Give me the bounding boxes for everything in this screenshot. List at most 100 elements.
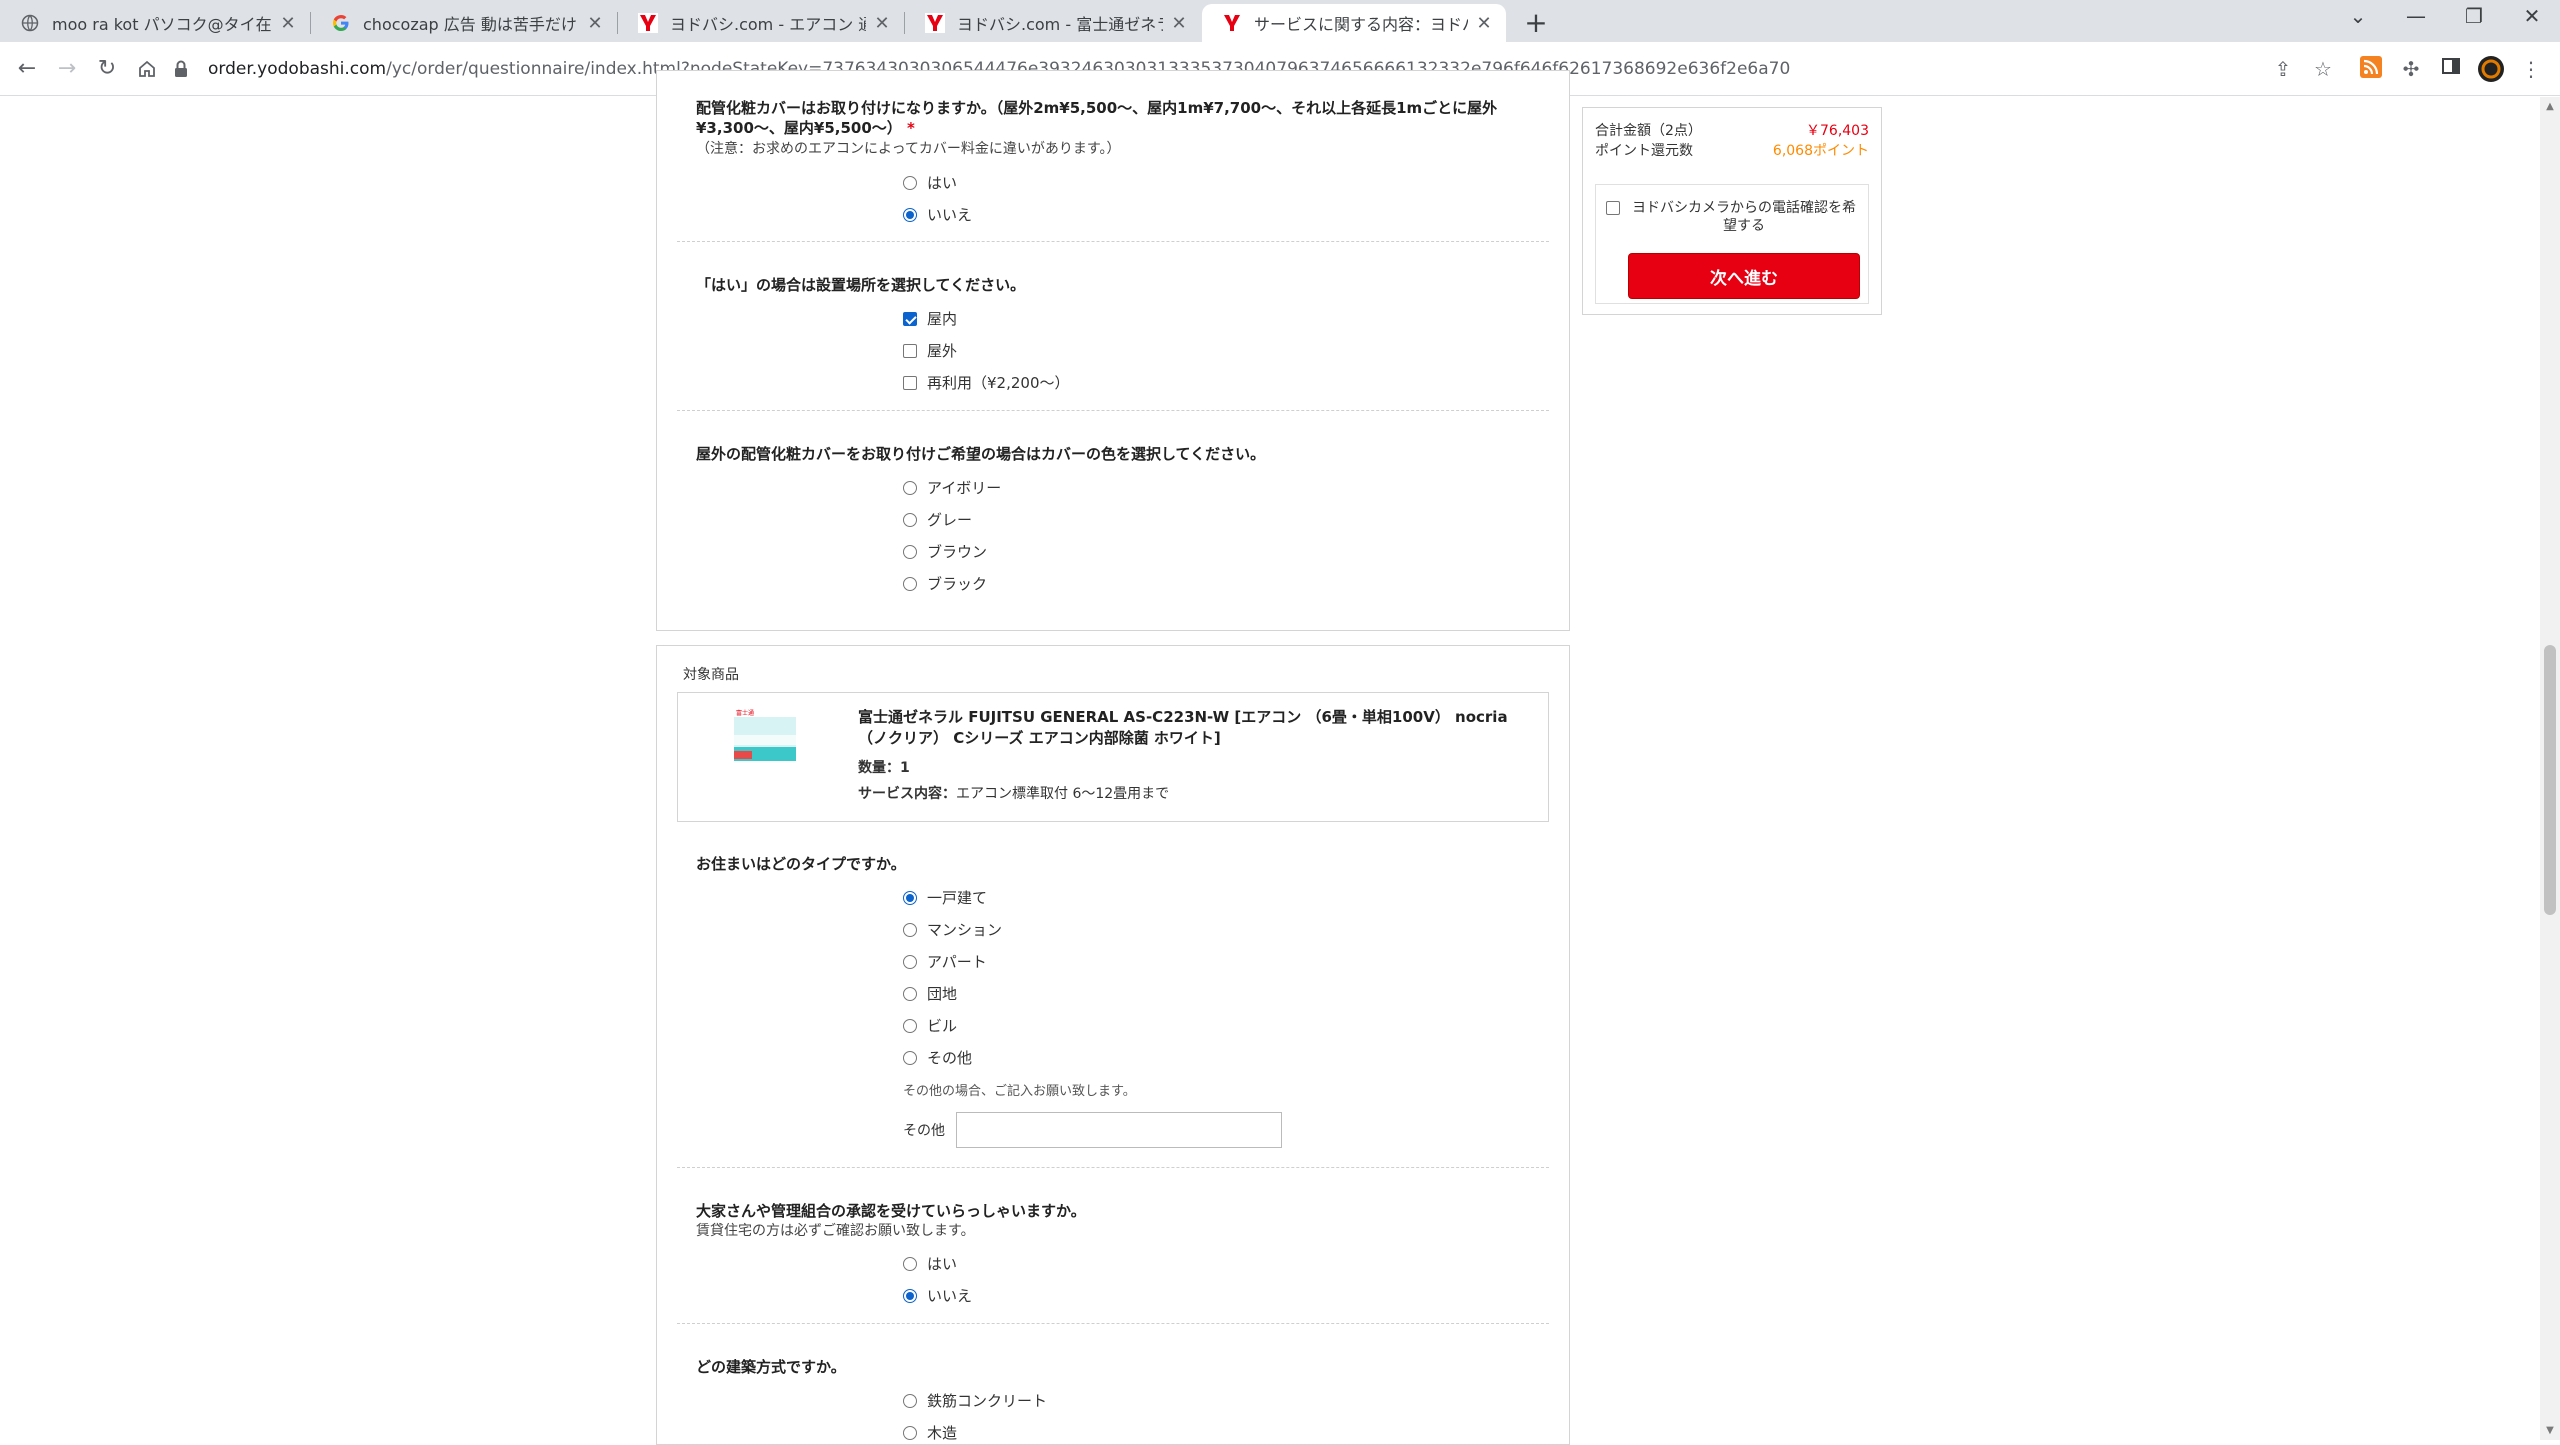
side-panel-icon[interactable] bbox=[2438, 56, 2464, 82]
close-tab-icon[interactable]: ✕ bbox=[1169, 13, 1189, 34]
radio-control[interactable] bbox=[903, 922, 917, 937]
close-tab-icon[interactable]: ✕ bbox=[278, 13, 298, 34]
checkbox-reuse[interactable]: 再利用（¥2,200～） bbox=[903, 372, 1070, 393]
lock-icon bbox=[175, 60, 187, 77]
phone-confirm-option[interactable]: ヨドバシカメラからの電話確認を希望する bbox=[1606, 199, 1858, 235]
option-label: 鉄筋コンクリート bbox=[927, 1392, 1048, 1410]
yodobashi-logo-icon bbox=[638, 13, 658, 33]
checkbox-control[interactable] bbox=[903, 311, 917, 326]
radio-landlord-no[interactable]: いいえ bbox=[903, 1285, 972, 1306]
radio-control[interactable] bbox=[903, 1393, 917, 1408]
other-input[interactable] bbox=[956, 1112, 1282, 1148]
radio-house-detached[interactable]: 一戸建て bbox=[903, 887, 987, 908]
radio-house-building[interactable]: ビル bbox=[903, 1015, 957, 1036]
phone-confirm-box: ヨドバシカメラからの電話確認を希望する 次へ進む bbox=[1595, 184, 1869, 304]
menu-kebab-icon[interactable]: ⋮ bbox=[2518, 56, 2544, 82]
product-quantity: 数量：1 bbox=[858, 760, 910, 776]
profile-avatar[interactable] bbox=[2478, 56, 2504, 82]
option-label: アイボリー bbox=[927, 479, 1002, 497]
radio-cover-no[interactable]: いいえ bbox=[903, 204, 972, 225]
url-host: order.yodobashi.com bbox=[208, 59, 387, 79]
radio-control[interactable] bbox=[903, 207, 917, 222]
radio-control[interactable] bbox=[903, 480, 917, 495]
divider bbox=[677, 241, 1549, 242]
checkbox-control[interactable] bbox=[1606, 201, 1620, 215]
tab-5-active[interactable]: サービスに関する内容：ヨドバシ・ドッ ✕ bbox=[1202, 4, 1506, 42]
close-window-button[interactable]: ✕ bbox=[2512, 4, 2552, 28]
radio-control[interactable] bbox=[903, 1425, 917, 1440]
radio-control[interactable] bbox=[903, 576, 917, 591]
radio-cover-yes[interactable]: はい bbox=[903, 172, 957, 193]
option-label: マンション bbox=[927, 921, 1003, 939]
divider bbox=[677, 1167, 1549, 1168]
radio-house-other[interactable]: その他 bbox=[903, 1047, 972, 1068]
checkbox-outdoor[interactable]: 屋外 bbox=[903, 340, 957, 361]
radio-house-mansion[interactable]: マンション bbox=[903, 919, 1002, 940]
checkbox-control[interactable] bbox=[903, 375, 917, 390]
service-label: サービス内容： bbox=[858, 786, 956, 802]
option-label: 屋外 bbox=[927, 342, 958, 360]
landlord-note: 賃貸住宅の方は必ずご確認お願い致します。 bbox=[696, 1223, 975, 1239]
tab-search-icon[interactable]: ⌄ bbox=[2338, 4, 2378, 28]
product-name: 富士通ゼネラル FUJITSU GENERAL AS-C223N-W [エアコン… bbox=[858, 708, 1508, 747]
tab-2[interactable]: chocozap 広告 動は苦手だけどス ✕ bbox=[311, 4, 617, 42]
radio-color-gray[interactable]: グレー bbox=[903, 509, 972, 530]
bookmark-star-icon[interactable]: ☆ bbox=[2310, 56, 2336, 82]
divider bbox=[677, 1323, 1549, 1324]
close-tab-icon[interactable]: ✕ bbox=[872, 13, 892, 34]
globe-icon bbox=[20, 13, 40, 33]
option-label: いいえ bbox=[927, 206, 973, 224]
checkbox-control[interactable] bbox=[903, 343, 917, 358]
radio-house-danchi[interactable]: 団地 bbox=[903, 983, 957, 1004]
restore-button[interactable]: ❐ bbox=[2454, 4, 2494, 28]
points-value: 6,068ポイント bbox=[1772, 143, 1869, 159]
reload-icon[interactable]: ↻ bbox=[92, 54, 122, 84]
radio-color-ivory[interactable]: アイボリー bbox=[903, 477, 1001, 498]
radio-structure-rc[interactable]: 鉄筋コンクリート bbox=[903, 1390, 1047, 1411]
tab-title: ヨドバシ.com - エアコン 通販【全品 bbox=[670, 15, 866, 34]
svg-text:富士通: 富士通 bbox=[736, 709, 754, 717]
radio-control[interactable] bbox=[903, 175, 917, 190]
radio-landlord-yes[interactable]: はい bbox=[903, 1253, 957, 1274]
radio-color-black[interactable]: ブラック bbox=[903, 573, 987, 594]
radio-control[interactable] bbox=[903, 986, 917, 1001]
total-row: 合計金額（2点） ￥76,403 bbox=[1595, 120, 1869, 140]
radio-control[interactable] bbox=[903, 544, 917, 559]
rss-extension-icon[interactable] bbox=[2358, 56, 2384, 82]
scrollbar-thumb[interactable] bbox=[2544, 645, 2556, 915]
option-label: はい bbox=[927, 1255, 958, 1273]
radio-control[interactable] bbox=[903, 1256, 917, 1271]
radio-color-brown[interactable]: ブラウン bbox=[903, 541, 987, 562]
close-tab-icon[interactable]: ✕ bbox=[585, 13, 605, 34]
next-button[interactable]: 次へ進む bbox=[1628, 253, 1860, 299]
radio-control[interactable] bbox=[903, 1018, 917, 1033]
radio-control[interactable] bbox=[903, 890, 917, 905]
option-label: いいえ bbox=[927, 1287, 973, 1305]
option-label: アパート bbox=[927, 953, 987, 971]
option-label: 一戸建て bbox=[927, 889, 988, 907]
home-icon[interactable] bbox=[132, 54, 162, 84]
back-arrow-icon[interactable]: ← bbox=[12, 54, 42, 84]
scroll-up-arrow-icon[interactable]: ▲ bbox=[2540, 101, 2560, 112]
new-tab-button[interactable]: + bbox=[1520, 6, 1552, 39]
share-icon[interactable]: ⇪ bbox=[2270, 56, 2296, 82]
close-tab-icon[interactable]: ✕ bbox=[1474, 13, 1494, 34]
radio-control[interactable] bbox=[903, 1288, 917, 1303]
minimize-button[interactable]: — bbox=[2396, 4, 2436, 28]
checkbox-indoor[interactable]: 屋内 bbox=[903, 308, 957, 329]
tab-3[interactable]: ヨドバシ.com - エアコン 通販【全品 ✕ bbox=[618, 4, 904, 42]
radio-control[interactable] bbox=[903, 954, 917, 969]
yodobashi-logo-icon bbox=[925, 13, 945, 33]
scroll-down-arrow-icon[interactable]: ▼ bbox=[2540, 1425, 2560, 1436]
divider bbox=[677, 410, 1549, 411]
product-service: サービス内容：エアコン標準取付 6～12畳用まで bbox=[858, 783, 1169, 803]
radio-control[interactable] bbox=[903, 1050, 917, 1065]
extensions-puzzle-icon[interactable]: ✣ bbox=[2398, 56, 2424, 82]
tab-1[interactable]: moo ra kot パソコク@タイ在住／ii ✕ bbox=[0, 4, 310, 42]
radio-house-apartment[interactable]: アパート bbox=[903, 951, 987, 972]
forward-arrow-icon[interactable]: → bbox=[52, 54, 82, 84]
radio-control[interactable] bbox=[903, 512, 917, 527]
question-cover-color: 屋外の配管化粧カバーをお取り付けご希望の場合はカバーの色を選択してください。 bbox=[696, 445, 1266, 463]
tab-4[interactable]: ヨドバシ.com - 富士通ゼネラル FUJI ✕ bbox=[905, 4, 1201, 42]
page-scrollbar[interactable]: ▲ ▼ bbox=[2540, 97, 2560, 1440]
